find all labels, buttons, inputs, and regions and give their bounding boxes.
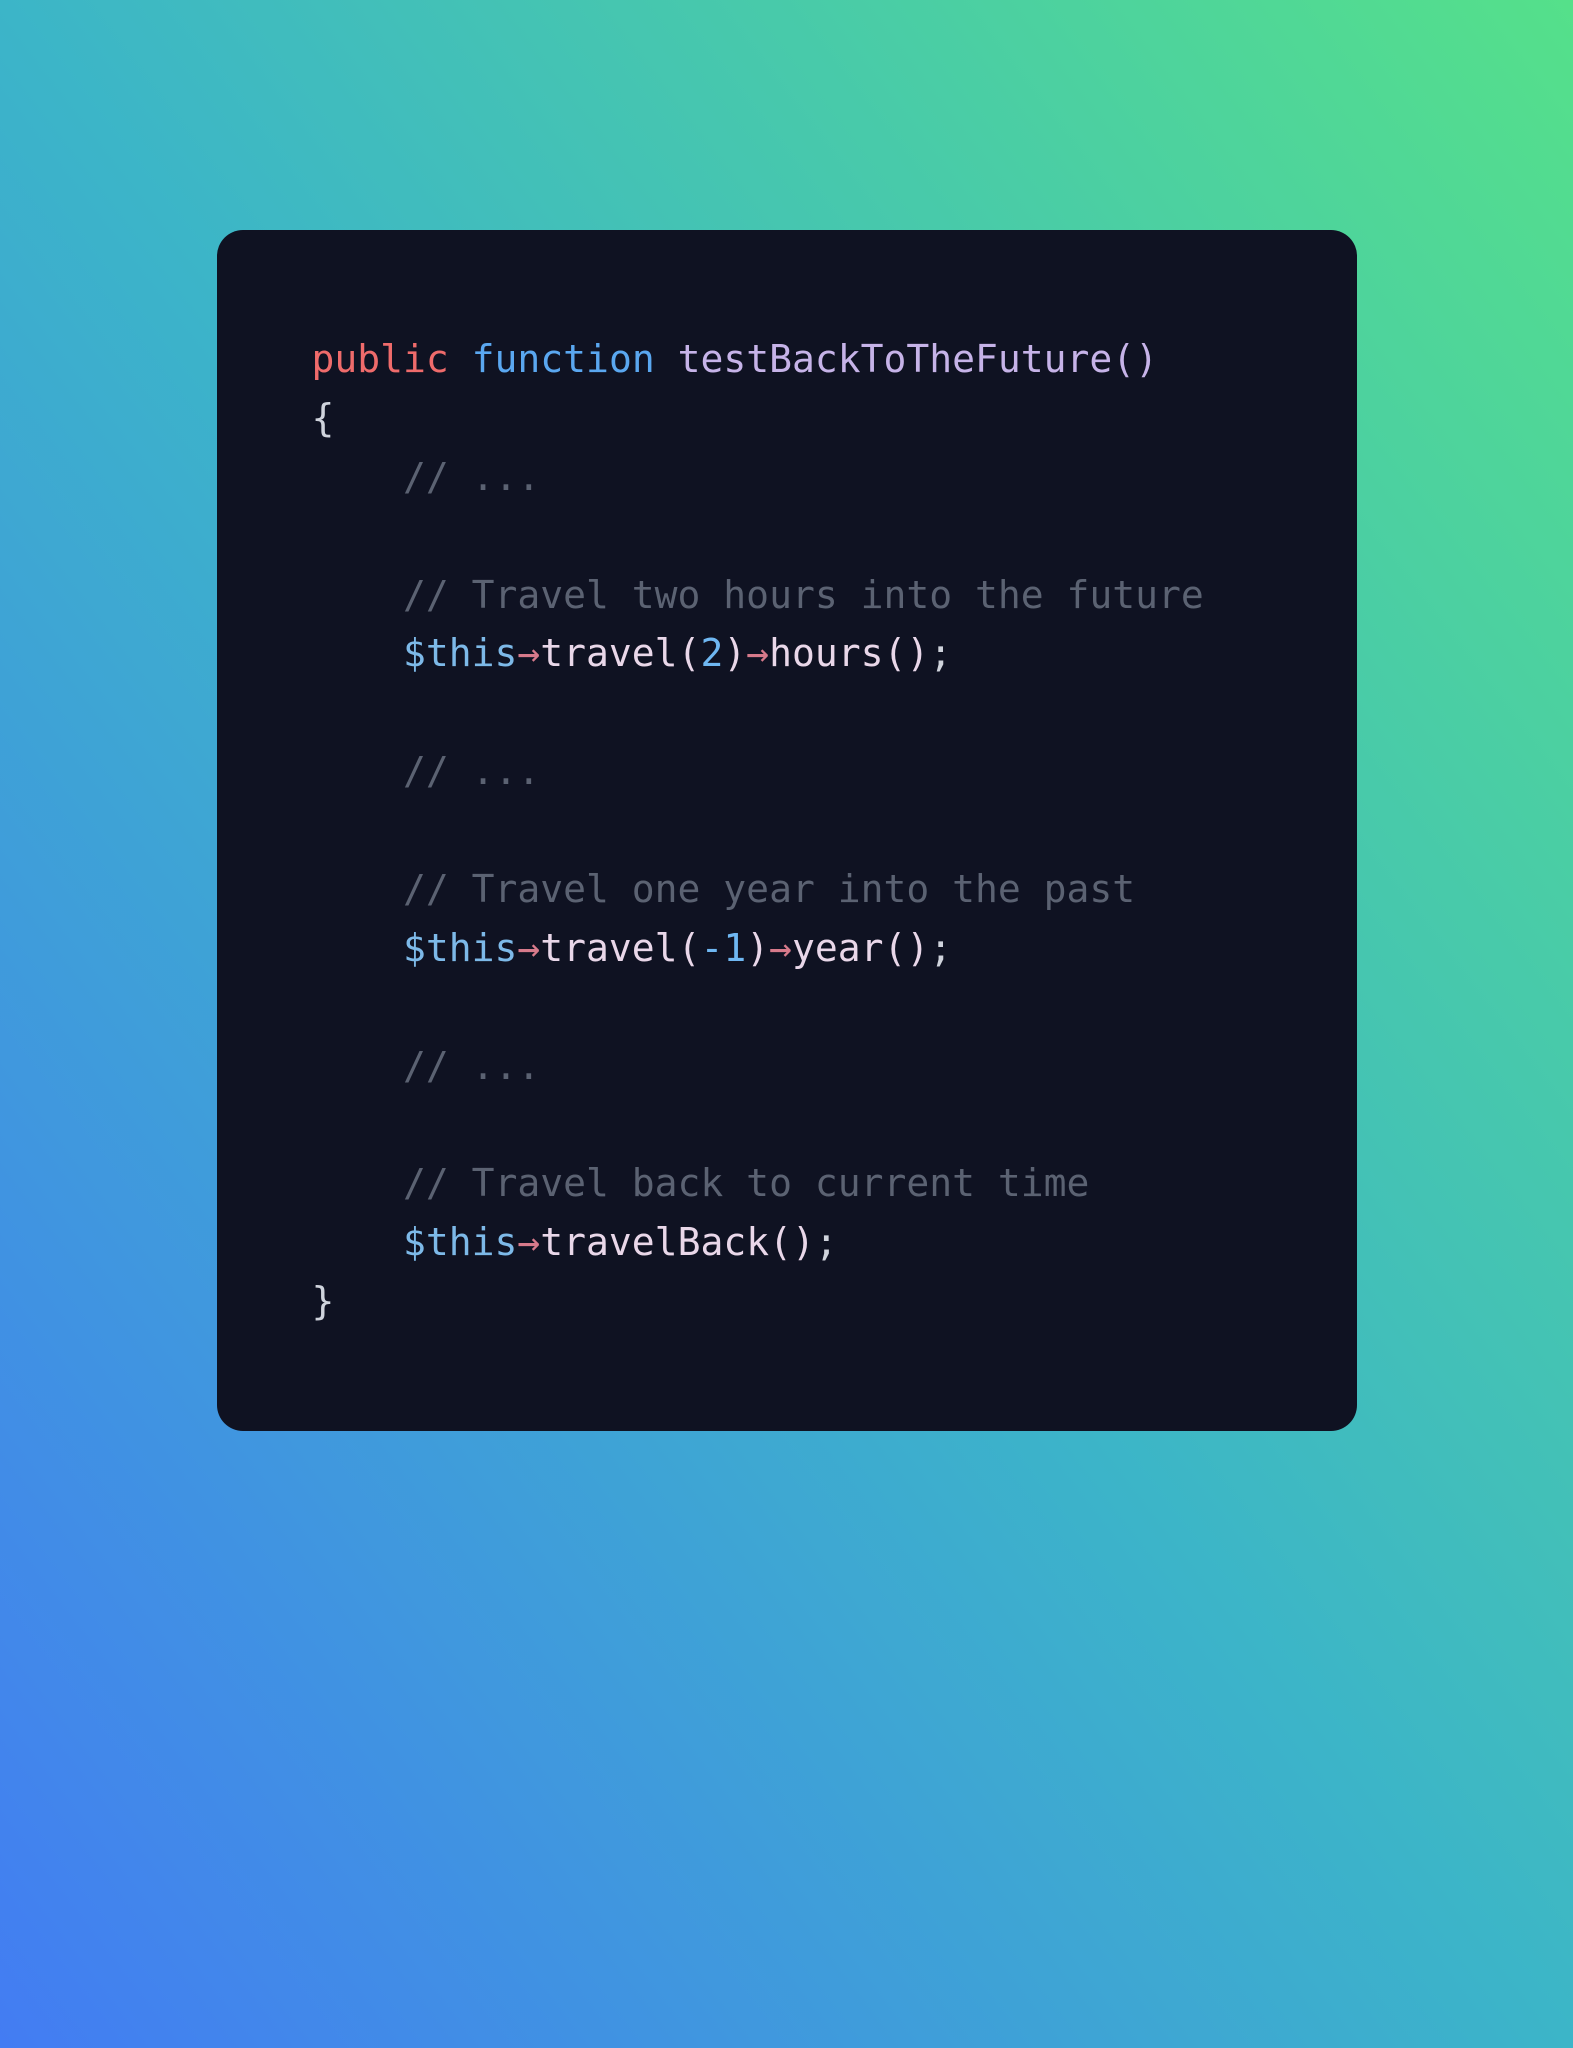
indent: [312, 573, 404, 617]
parentheses: (): [884, 926, 930, 970]
paren-close: ): [746, 926, 769, 970]
indent: [312, 1161, 404, 1205]
literal-neg-one: -1: [700, 926, 746, 970]
indent: [312, 867, 404, 911]
indent: [312, 1044, 404, 1088]
comment-back: // Travel back to current time: [403, 1161, 1089, 1205]
comment-ellipsis: // ...: [403, 455, 540, 499]
semicolon: ;: [929, 631, 952, 675]
arrow-operator: →: [517, 926, 540, 970]
indent: [312, 631, 404, 675]
parentheses: (): [1112, 337, 1158, 381]
var-this: $this: [403, 926, 517, 970]
indent: [312, 455, 404, 499]
comment-ellipsis: // ...: [403, 749, 540, 793]
arrow-operator: →: [517, 1220, 540, 1264]
keyword-function: function: [472, 337, 655, 381]
paren-open: (: [678, 631, 701, 675]
call-hours: hours: [769, 631, 883, 675]
open-brace: {: [312, 396, 335, 440]
call-travel-back: travelBack: [540, 1220, 769, 1264]
arrow-operator: →: [746, 631, 769, 675]
keyword-public: public: [312, 337, 449, 381]
code-snippet-card: public function testBackToTheFuture() { …: [217, 230, 1357, 1431]
indent: [312, 1220, 404, 1264]
semicolon: ;: [815, 1220, 838, 1264]
call-travel: travel: [540, 926, 677, 970]
comment-past: // Travel one year into the past: [403, 867, 1135, 911]
indent: [312, 749, 404, 793]
semicolon: ;: [929, 926, 952, 970]
parentheses: (): [769, 1220, 815, 1264]
parentheses: (): [884, 631, 930, 675]
close-brace: }: [312, 1279, 335, 1323]
call-year: year: [792, 926, 884, 970]
paren-open: (: [678, 926, 701, 970]
comment-ellipsis: // ...: [403, 1044, 540, 1088]
comment-future: // Travel two hours into the future: [403, 573, 1204, 617]
arrow-operator: →: [769, 926, 792, 970]
literal-two: 2: [700, 631, 723, 675]
call-travel: travel: [540, 631, 677, 675]
indent: [312, 926, 404, 970]
var-this: $this: [403, 1220, 517, 1264]
var-this: $this: [403, 631, 517, 675]
arrow-operator: →: [517, 631, 540, 675]
code-block: public function testBackToTheFuture() { …: [312, 330, 1297, 1331]
paren-close: ): [723, 631, 746, 675]
function-name: testBackToTheFuture: [678, 337, 1113, 381]
